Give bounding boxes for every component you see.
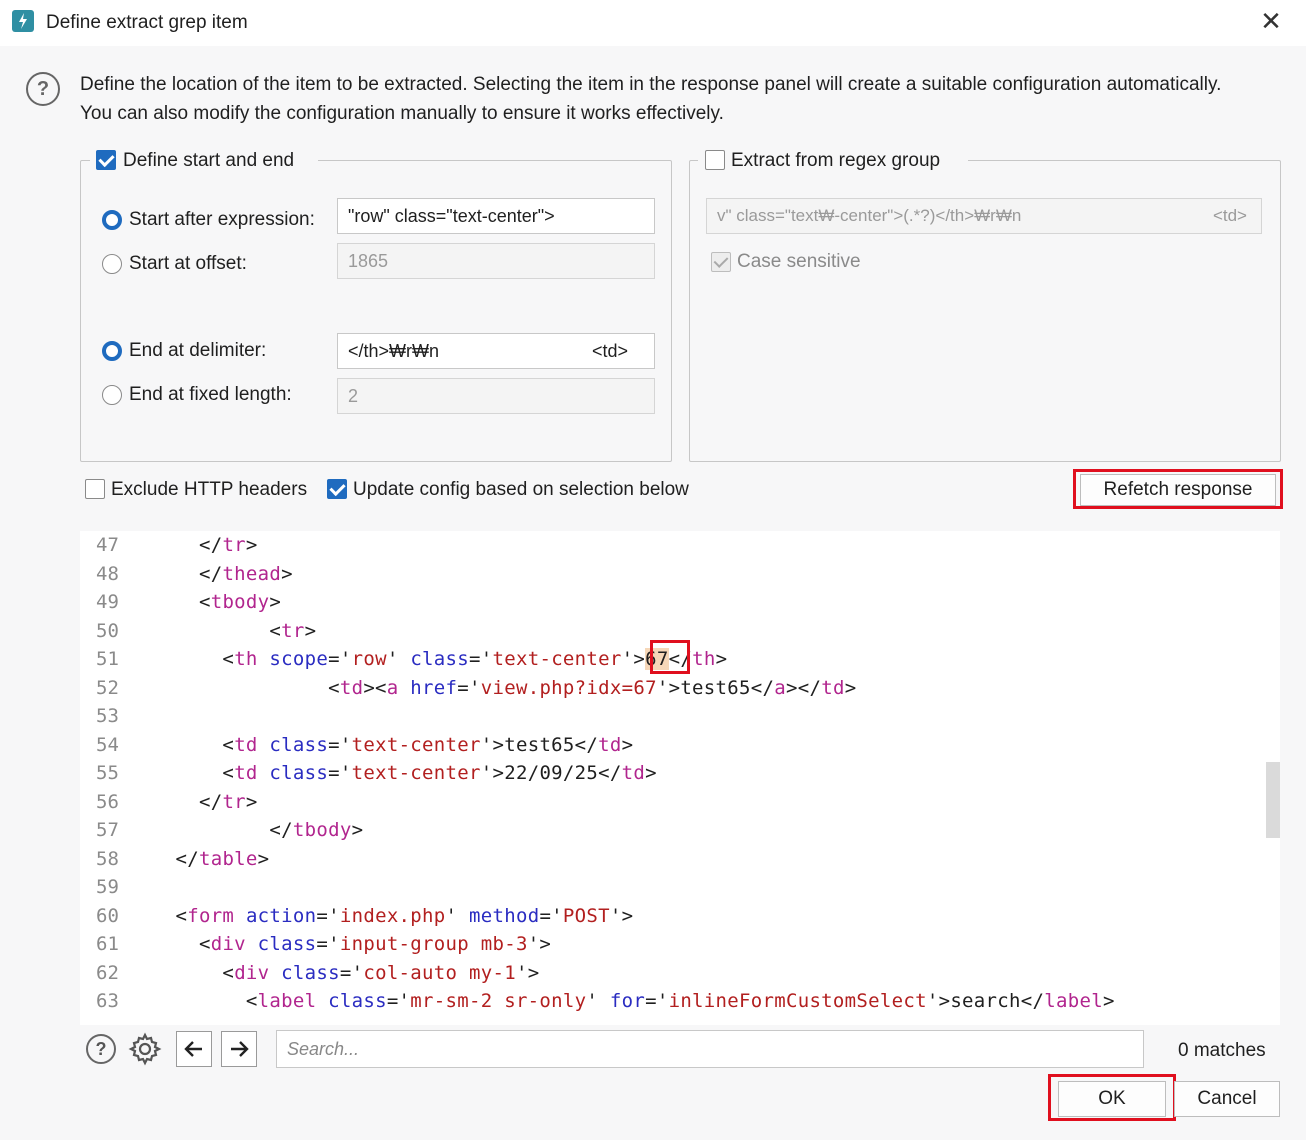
line-number: 60 xyxy=(96,904,119,927)
code-line: </tbody> xyxy=(152,819,364,841)
line-number: 50 xyxy=(96,619,119,642)
line-number: 61 xyxy=(96,933,119,955)
line-number: 59 xyxy=(96,876,119,898)
arrow-right-icon xyxy=(231,1041,249,1057)
code-line: <div class='input-group mb-3'> xyxy=(152,933,552,955)
code-line: <label class='mr-sm-2 sr-only' for='inli… xyxy=(152,990,1115,1012)
line-number: 55 xyxy=(96,762,119,784)
define-start-end-checkbox[interactable] xyxy=(96,150,116,170)
match-count: 0 matches xyxy=(1178,1040,1266,1061)
selection-highlight-box xyxy=(650,640,690,674)
start-after-input[interactable]: "row" class="text-center"> xyxy=(337,198,655,234)
exclude-headers-checkbox[interactable] xyxy=(85,479,105,499)
start-offset-label: Start at offset: xyxy=(129,253,247,274)
code-line: <td class='text-center'>test65</td> xyxy=(152,733,634,756)
code-line: <tbody> xyxy=(152,591,282,613)
update-config-label: Update config based on selection below xyxy=(353,479,689,500)
search-input[interactable]: Search... xyxy=(276,1030,1144,1068)
code-scrollbar-thumb[interactable] xyxy=(1266,762,1280,838)
window-title: Define extract grep item xyxy=(46,12,248,33)
line-number: 54 xyxy=(96,733,119,756)
code-line: <th scope='row' class='text-center'>67</… xyxy=(152,648,728,670)
end-delimiter-suffix: <td> xyxy=(591,341,628,361)
next-match-button[interactable] xyxy=(221,1031,257,1067)
line-number: 62 xyxy=(96,961,119,984)
line-number: 56 xyxy=(96,790,119,813)
line-number: 58 xyxy=(96,847,119,870)
start-offset-input[interactable]: 1865 xyxy=(337,243,655,279)
line-number-gutter: 47 48 49 50 51 52 53 54 55 56 57 58 59 6… xyxy=(80,531,132,1025)
end-delimiter-input[interactable]: </th>₩r₩n <td> xyxy=(337,333,655,369)
exclude-headers-label: Exclude HTTP headers xyxy=(111,479,308,500)
regex-group-checkbox[interactable] xyxy=(705,150,725,170)
line-number: 47 xyxy=(96,534,119,556)
arrow-left-icon xyxy=(184,1041,202,1057)
case-sensitive-label: Case sensitive xyxy=(737,251,861,272)
regex-group-label: Extract from regex group xyxy=(731,150,941,171)
end-delimiter-radio[interactable] xyxy=(102,341,122,361)
line-number: 51 xyxy=(96,648,119,670)
start-after-radio[interactable] xyxy=(102,210,122,230)
regex-suffix: <td> xyxy=(1212,206,1247,225)
line-number: 48 xyxy=(96,562,119,585)
close-icon[interactable]: ✕ xyxy=(1258,8,1284,34)
regex-value: v" class="text₩-center">(.*?)</th>₩r₩n xyxy=(717,206,1022,225)
code-line: <td class='text-center'>22/09/25</td> xyxy=(152,762,657,784)
cancel-button[interactable]: Cancel xyxy=(1174,1081,1280,1117)
help-icon[interactable]: ? xyxy=(86,1034,116,1064)
start-after-label: Start after expression: xyxy=(129,209,315,230)
code-line: <td><a href='view.php?idx=67'>test65</a>… xyxy=(152,676,857,699)
previous-match-button[interactable] xyxy=(176,1031,212,1067)
code-line: <form action='index.php' method='POST'> xyxy=(152,904,634,927)
case-sensitive-checkbox[interactable] xyxy=(711,252,731,272)
line-number: 52 xyxy=(96,676,119,699)
ok-highlight-box xyxy=(1048,1074,1176,1121)
code-line: <tr> xyxy=(152,619,317,642)
line-number: 53 xyxy=(96,705,119,727)
end-delimiter-label: End at delimiter: xyxy=(129,340,267,361)
line-number: 63 xyxy=(96,990,119,1012)
refetch-highlight-box xyxy=(1073,469,1283,509)
response-code-view[interactable]: 47 48 49 50 51 52 53 54 55 56 57 58 59 6… xyxy=(80,531,1280,1025)
line-number: 57 xyxy=(96,819,119,841)
end-fixed-input[interactable]: 2 xyxy=(337,378,655,414)
code-line: </tr> xyxy=(152,534,258,556)
end-fixed-radio[interactable] xyxy=(102,385,122,405)
line-number: 49 xyxy=(96,591,119,613)
regex-input[interactable]: v" class="text₩-center">(.*?)</th>₩r₩n <… xyxy=(706,198,1262,234)
gear-icon[interactable] xyxy=(128,1032,162,1066)
code-line: </thead> xyxy=(152,562,293,585)
description-text: Define the location of the item to be ex… xyxy=(80,74,1222,124)
burp-bolt-icon xyxy=(12,10,34,32)
start-offset-radio[interactable] xyxy=(102,254,122,274)
code-line: </tr> xyxy=(152,790,258,813)
define-start-end-label: Define start and end xyxy=(123,150,295,171)
code-line: </table> xyxy=(152,847,270,870)
end-fixed-label: End at fixed length: xyxy=(129,384,292,405)
update-config-checkbox[interactable] xyxy=(327,479,347,499)
code-line: <div class='col-auto my-1'> xyxy=(152,961,540,984)
help-icon[interactable]: ? xyxy=(26,72,60,106)
code-lines: </tr> </thead> <tbody> <tr> <th scope='r… xyxy=(152,531,1115,1016)
end-delimiter-value: </th>₩r₩n xyxy=(348,341,440,361)
